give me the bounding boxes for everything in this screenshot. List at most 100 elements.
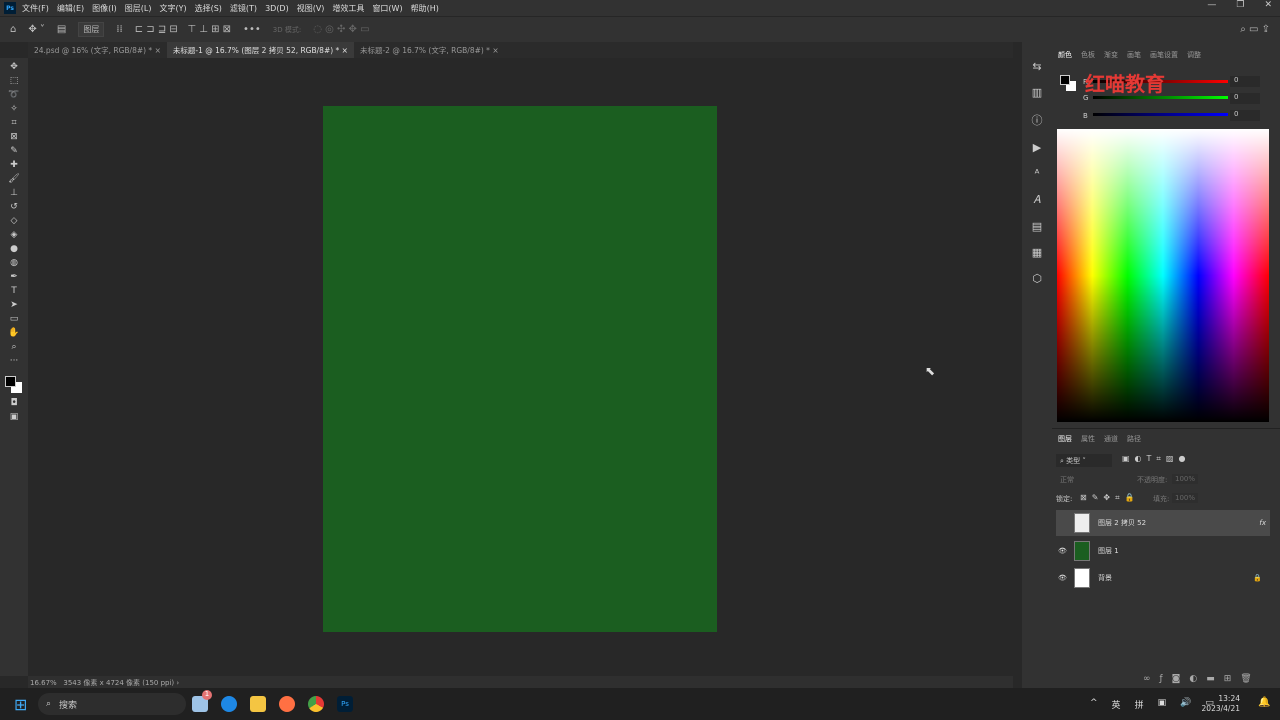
info-icon[interactable]: ⓘ xyxy=(1032,112,1043,128)
visibility-eye-icon[interactable]: 👁 xyxy=(1058,547,1067,555)
move-tool-icon[interactable]: ✥ ˅ xyxy=(28,24,45,35)
fill-field[interactable]: 100% xyxy=(1172,493,1199,503)
zoom-tool-icon[interactable]: ⌕ xyxy=(11,342,16,352)
close-icon[interactable]: ✕ xyxy=(1264,0,1272,10)
blend-mode-dropdown[interactable]: 正常 xyxy=(1060,475,1074,485)
menu-help[interactable]: 帮助(H) xyxy=(411,3,439,14)
volume-icon[interactable]: 🔊 xyxy=(1180,698,1191,711)
align-icons[interactable]: ⊏ ⊐ ⊒ ⊟ ⊤ ⊥ ⊞ ⊠ xyxy=(135,24,231,35)
dodge-tool-icon[interactable]: ● xyxy=(10,244,18,254)
chrome-icon[interactable] xyxy=(308,696,324,712)
menu-type[interactable]: 文字(Y) xyxy=(159,3,186,14)
chevron-up-icon[interactable]: ^ xyxy=(1090,698,1098,711)
eraser-icon[interactable]: ◇ xyxy=(11,216,18,226)
menu-view[interactable]: 视图(V) xyxy=(297,3,325,14)
photoshop-taskbar-icon[interactable]: Ps xyxy=(337,696,353,712)
eyedropper-icon[interactable]: ✎ xyxy=(10,146,18,156)
color-swatches[interactable] xyxy=(5,376,23,394)
transform-controls-icon[interactable]: ⁞⁞ xyxy=(116,24,122,35)
tab-gradients[interactable]: 渐变 xyxy=(1104,50,1118,60)
more-icon[interactable]: ••• xyxy=(243,24,261,35)
screen-mode-icon[interactable]: ▣ xyxy=(10,412,19,422)
notes-icon[interactable]: ▦ xyxy=(1032,246,1042,259)
tab-color[interactable]: 颜色 xyxy=(1058,50,1072,60)
color-spectrum[interactable] xyxy=(1057,129,1269,422)
magic-wand-icon[interactable]: ✧ xyxy=(10,104,18,114)
history-brush-icon[interactable]: ↺ xyxy=(10,202,18,212)
tab-channels[interactable]: 通道 xyxy=(1104,434,1118,444)
brush-tool-icon[interactable]: 🖌 xyxy=(8,174,19,184)
tab-paths[interactable]: 路径 xyxy=(1127,434,1141,444)
menu-edit[interactable]: 编辑(E) xyxy=(57,3,84,14)
foreground-color[interactable] xyxy=(1060,75,1070,85)
blur-tool-icon[interactable]: ◍ xyxy=(10,258,18,268)
tab-swatches[interactable]: 色板 xyxy=(1081,50,1095,60)
channel-b-slider[interactable] xyxy=(1093,113,1228,116)
menu-select[interactable]: 选择(S) xyxy=(195,3,222,14)
minimize-icon[interactable]: — xyxy=(1207,0,1216,10)
layers-footer-icons[interactable]: ∞ƒ◙◐▬⊞🗑 xyxy=(1143,674,1261,684)
layer-filter-dropdown[interactable]: ⌕ 类型 ˅ xyxy=(1056,454,1112,467)
frame-tool-icon[interactable]: ⊠ xyxy=(10,132,18,142)
auto-select-icon[interactable]: ▤ xyxy=(57,24,66,35)
search-share-icons[interactable]: ⌕ ▭ ⇪ xyxy=(1240,24,1270,35)
healing-brush-icon[interactable]: ✚ xyxy=(10,160,18,170)
firefox-icon[interactable] xyxy=(279,696,295,712)
quick-mask-icon[interactable]: ◘ xyxy=(10,398,17,408)
layer-row-copy52[interactable]: 图层 2 拷贝 52 fx xyxy=(1056,510,1270,536)
layer-row-layer1[interactable]: 👁 图层 1 xyxy=(1056,538,1270,564)
menu-plugins[interactable]: 增效工具 xyxy=(332,3,364,14)
opacity-field[interactable]: 100% xyxy=(1172,474,1199,484)
taskbar-search[interactable]: ⌕ 搜索 xyxy=(38,693,186,715)
paint-bucket-icon[interactable]: ◈ xyxy=(11,230,18,240)
tab-adjustments[interactable]: 调整 xyxy=(1187,50,1201,60)
ime-mode[interactable]: 拼 xyxy=(1135,698,1144,711)
hand-tool-icon[interactable]: ✋ xyxy=(8,328,19,338)
path-select-icon[interactable]: ➤ xyxy=(10,300,18,310)
crop-tool-icon[interactable]: ⌗ xyxy=(11,118,16,128)
menu-layer[interactable]: 图层(L) xyxy=(125,3,152,14)
notification-bell-icon[interactable]: 🔔 xyxy=(1258,697,1270,708)
3d-icon[interactable]: ⬡ xyxy=(1032,272,1042,285)
ime-language[interactable]: 英 xyxy=(1112,698,1121,711)
lock-icons[interactable]: ⊠✎✥⌗🔒 xyxy=(1080,493,1140,503)
history-icon[interactable]: ⇆ xyxy=(1032,60,1041,73)
tab-properties[interactable]: 属性 xyxy=(1081,434,1095,444)
actions-play-icon[interactable]: ▶ xyxy=(1033,141,1041,154)
rectangle-tool-icon[interactable]: ▭ xyxy=(10,314,19,324)
clock[interactable]: 13:24 2023/4/21 xyxy=(1202,694,1240,714)
menu-filter[interactable]: 滤镜(T) xyxy=(230,3,257,14)
tab-brush-settings[interactable]: 画笔设置 xyxy=(1150,50,1178,60)
tab-brushes[interactable]: 画笔 xyxy=(1127,50,1141,60)
channel-b-value[interactable]: 0 xyxy=(1230,110,1260,121)
network-icon[interactable]: ▣ xyxy=(1158,698,1167,711)
auto-select-dropdown[interactable]: 图层 xyxy=(78,22,105,37)
restore-icon[interactable]: ❐ xyxy=(1236,0,1244,10)
histogram-icon[interactable]: ▥ xyxy=(1032,86,1042,99)
pen-tool-icon[interactable]: ✒ xyxy=(10,272,18,282)
weather-icon[interactable]: 1 xyxy=(192,690,212,712)
visibility-eye-icon[interactable]: 👁 xyxy=(1058,574,1067,582)
more-tools-icon[interactable]: ··· xyxy=(10,356,19,366)
layer-row-background[interactable]: 👁 背景 🔒 xyxy=(1056,565,1270,591)
glyphs-icon[interactable]: 𝐴 xyxy=(1033,193,1040,207)
layer-filter-icons[interactable]: ▣◐T⌗▨● xyxy=(1122,454,1190,464)
tab-layers[interactable]: 图层 xyxy=(1058,434,1072,444)
menu-file[interactable]: 文件(F) xyxy=(22,3,49,14)
zoom-level[interactable]: 16.67% xyxy=(30,679,57,687)
menu-window[interactable]: 窗口(W) xyxy=(372,3,402,14)
document-canvas[interactable] xyxy=(323,106,717,632)
libraries-icon[interactable]: ▤ xyxy=(1032,220,1042,233)
tab-24psd[interactable]: 24.psd @ 16% (文字, RGB/8#) * × xyxy=(28,42,167,58)
home-icon[interactable]: ⌂ xyxy=(10,24,16,35)
stamp-tool-icon[interactable]: ⊥ xyxy=(10,188,18,198)
file-explorer-icon[interactable] xyxy=(250,696,266,712)
lasso-tool-icon[interactable]: ➰ xyxy=(8,90,19,100)
character-icon[interactable]: ᴬ xyxy=(1035,167,1040,180)
fx-icon[interactable]: fx xyxy=(1259,519,1266,527)
channel-g-value[interactable]: 0 xyxy=(1230,93,1260,104)
windows-start-icon[interactable]: ⊞ xyxy=(14,695,27,714)
type-tool-icon[interactable]: T xyxy=(11,286,17,296)
channel-r-value[interactable]: 0 xyxy=(1230,76,1260,87)
move-tool-icon[interactable]: ✥ xyxy=(10,62,18,72)
